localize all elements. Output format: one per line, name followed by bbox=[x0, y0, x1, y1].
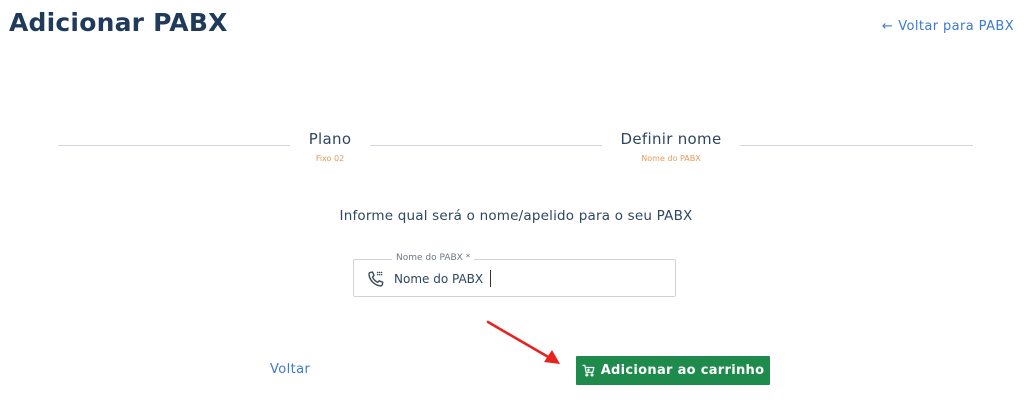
stepper-line bbox=[370, 145, 602, 146]
add-to-cart-label: Adicionar ao carrinho bbox=[600, 363, 765, 378]
annotation-arrow-icon bbox=[486, 320, 560, 364]
step-title: Plano bbox=[308, 130, 352, 148]
page-title: Adicionar PABX bbox=[9, 8, 228, 37]
step-title: Definir nome bbox=[620, 130, 722, 148]
back-to-pabx-label: Voltar para PABX bbox=[898, 19, 1014, 34]
form-instruction: Informe qual será o nome/apelido para o … bbox=[339, 208, 693, 224]
stepper-line bbox=[740, 145, 973, 146]
pabx-name-label: Nome do PABX * bbox=[392, 253, 475, 263]
text-caret bbox=[490, 270, 491, 287]
back-to-pabx-link[interactable]: ← Voltar para PABX bbox=[882, 19, 1014, 34]
pabx-name-field[interactable]: Nome do PABX * bbox=[353, 253, 676, 297]
step-definir-nome: Definir nome Nome do PABX bbox=[602, 130, 740, 163]
step-subtitle: Fixo 02 bbox=[315, 154, 345, 163]
phone-icon bbox=[366, 269, 386, 289]
cart-icon bbox=[582, 364, 595, 377]
add-to-cart-button[interactable]: Adicionar ao carrinho bbox=[576, 356, 770, 385]
step-plano: Plano Fixo 02 bbox=[290, 130, 370, 163]
step-subtitle: Nome do PABX bbox=[641, 154, 701, 163]
arrow-left-icon: ← bbox=[881, 19, 894, 34]
back-button[interactable]: Voltar bbox=[270, 362, 310, 377]
stepper-line bbox=[58, 145, 290, 146]
pabx-name-input[interactable] bbox=[394, 269, 664, 289]
